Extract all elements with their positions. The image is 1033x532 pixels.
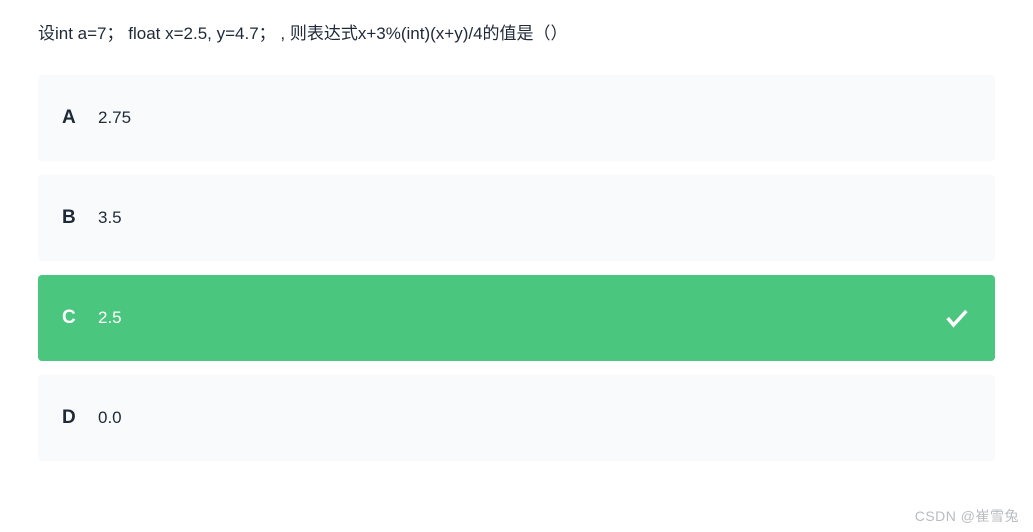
option-letter: C [62, 307, 98, 329]
question-text: 设int a=7； float x=2.5, y=4.7； , 则表达式x+3%… [38, 20, 995, 47]
option-value: 3.5 [98, 208, 122, 228]
option-value: 2.5 [98, 308, 122, 328]
options-list: A 2.75 B 3.5 C 2.5 D 0.0 [38, 75, 995, 461]
option-value: 2.75 [98, 108, 131, 128]
option-value: 0.0 [98, 408, 122, 428]
option-letter: B [62, 207, 98, 229]
option-d[interactable]: D 0.0 [38, 375, 995, 461]
option-a[interactable]: A 2.75 [38, 75, 995, 161]
watermark: CSDN @崔雪兔 [915, 506, 1019, 526]
option-c[interactable]: C 2.5 [38, 275, 995, 361]
option-letter: D [62, 407, 98, 429]
option-letter: A [62, 107, 98, 129]
quiz-container: 设int a=7； float x=2.5, y=4.7； , 则表达式x+3%… [0, 0, 1033, 461]
option-b[interactable]: B 3.5 [38, 175, 995, 261]
check-icon [943, 304, 971, 332]
